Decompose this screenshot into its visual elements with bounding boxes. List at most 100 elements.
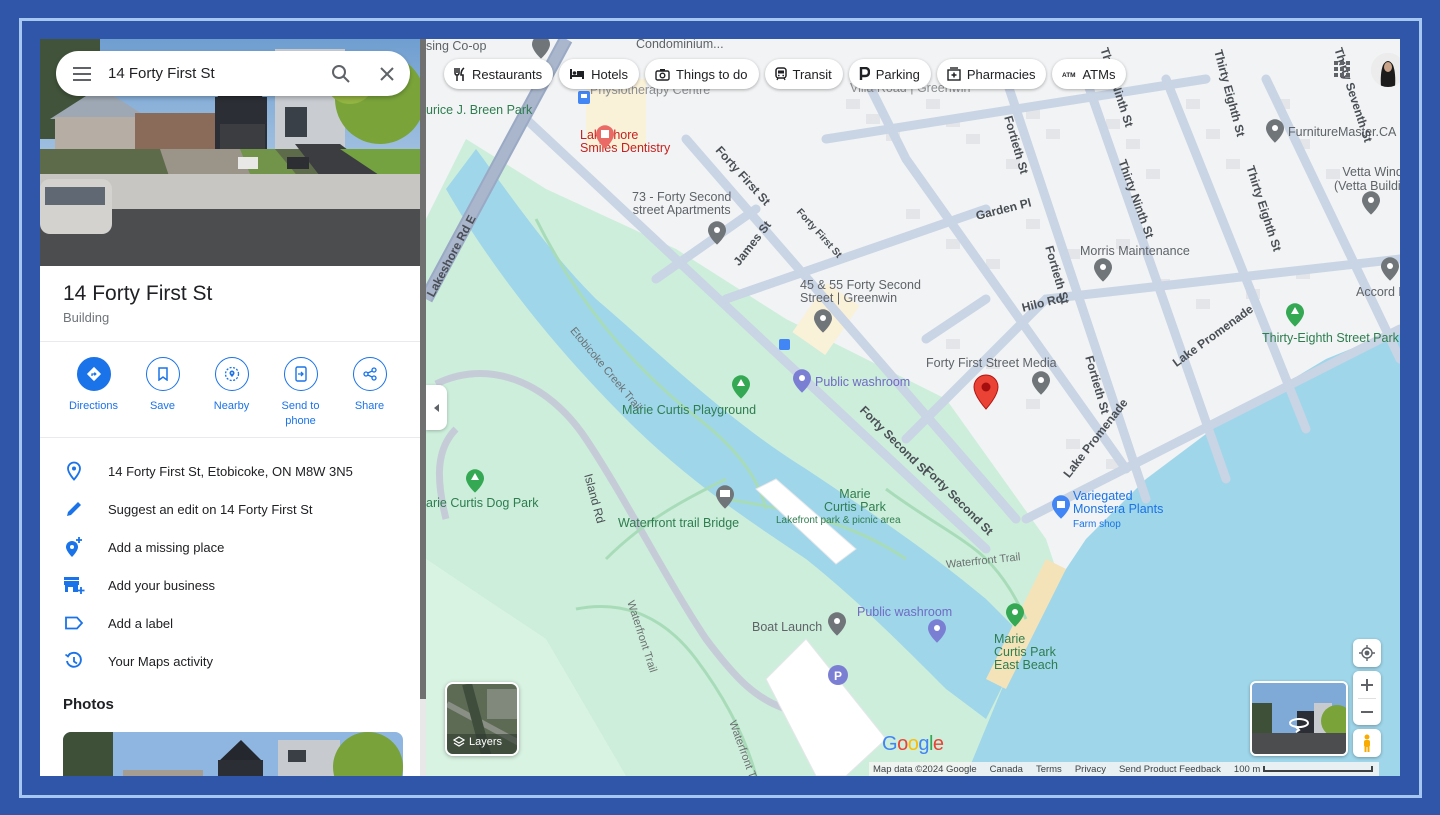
grey-poi-pin (1094, 258, 1112, 282)
search-icon (332, 64, 350, 83)
category-chips: Restaurants Hotels Things to do Transit … (444, 59, 1127, 89)
directions-icon (86, 366, 101, 382)
grey-poi-pin (828, 612, 846, 636)
svg-text:P: P (834, 669, 842, 683)
address-row[interactable]: 14 Forty First St, Etobicoke, ON M8W 3N5 (40, 452, 420, 490)
region-link[interactable]: Canada (990, 764, 1023, 775)
chip-label: Transit (792, 66, 832, 82)
layers-icon (453, 736, 465, 747)
place-category[interactable]: Building (63, 310, 212, 325)
share-label: Share (354, 400, 385, 412)
grey-poi-pin (1266, 119, 1284, 143)
nearby-label: Nearby (213, 400, 250, 412)
my-location-icon (1359, 645, 1375, 661)
camera-icon (655, 68, 670, 81)
green-park-pin (1286, 303, 1304, 327)
maps-activity-text: Your Maps activity (108, 653, 214, 669)
map-controls (1353, 639, 1381, 757)
place-hero-photo[interactable] (40, 39, 420, 266)
directions-label: Directions (69, 400, 118, 412)
divider (40, 437, 420, 438)
label-icon (65, 616, 84, 630)
place-info-list: 14 Forty First St, Etobicoke, ON M8W 3N5… (40, 452, 420, 680)
chip-pharmacies[interactable]: Pharmacies (936, 59, 1047, 89)
my-location-button[interactable] (1353, 639, 1381, 667)
add-place-icon (66, 537, 82, 557)
chip-label: Parking (875, 66, 920, 82)
maps-activity-row[interactable]: Your Maps activity (40, 642, 420, 680)
share-button[interactable]: Share (335, 357, 404, 429)
map-footer: Map data ©2024 Google Canada Terms Priva… (869, 762, 1380, 776)
save-label: Save (149, 400, 176, 412)
add-missing-place-text: Add a missing place (108, 539, 225, 555)
nearby-icon (224, 366, 239, 382)
google-apps-button[interactable] (1334, 61, 1350, 82)
chip-things-to-do[interactable]: Things to do (644, 59, 759, 89)
close-icon (380, 66, 394, 81)
action-buttons: Directions Save Nearby Send to phone Sha… (59, 357, 409, 429)
feedback-link[interactable]: Send Product Feedback (1119, 764, 1221, 775)
zoom-out-button[interactable] (1361, 699, 1373, 725)
grey-poi-pin (1032, 371, 1050, 395)
apps-grid-icon (1334, 61, 1350, 77)
nearby-button[interactable]: Nearby (197, 357, 266, 429)
green-park-pin (466, 469, 484, 493)
place-panel: 14 Forty First St Building Directions (40, 39, 420, 776)
location-pin-icon (67, 461, 81, 481)
add-business-text: Add your business (108, 577, 215, 593)
layers-button[interactable]: Layers (445, 682, 519, 756)
photo-thumbnail[interactable] (63, 732, 403, 776)
collapse-panel-button[interactable] (426, 385, 447, 430)
chip-atms[interactable]: ATM ATMs (1052, 59, 1127, 89)
chip-hotels[interactable]: Hotels (559, 59, 639, 89)
chip-restaurants[interactable]: Restaurants (444, 59, 554, 89)
save-button[interactable]: Save (128, 357, 197, 429)
search-input[interactable] (108, 65, 318, 82)
search-button[interactable] (318, 51, 364, 96)
add-label-row[interactable]: Add a label (40, 604, 420, 642)
grey-poi-pin (1362, 191, 1380, 215)
chip-label: ATMs (1082, 66, 1116, 82)
washroom-pin (793, 369, 811, 393)
chip-transit[interactable]: Transit (764, 59, 843, 89)
place-photo (63, 732, 403, 776)
privacy-link[interactable]: Privacy (1075, 764, 1106, 775)
terms-link[interactable]: Terms (1036, 764, 1062, 775)
logo-letter: e (932, 733, 944, 755)
map-data-attribution[interactable]: Map data ©2024 Google (873, 764, 977, 775)
grey-poi-pin (716, 485, 734, 509)
photos-heading: Photos (63, 696, 114, 713)
pegman-button[interactable] (1353, 729, 1381, 757)
zoom-in-button[interactable] (1361, 672, 1373, 698)
add-label-text: Add a label (108, 615, 174, 631)
google-logo: Google (882, 733, 944, 756)
directions-button[interactable]: Directions (59, 357, 128, 429)
add-business-row[interactable]: Add your business (40, 566, 420, 604)
chip-label: Restaurants (472, 66, 543, 82)
menu-button[interactable] (56, 51, 108, 96)
bus-stop-marker (578, 91, 590, 104)
add-missing-place-row[interactable]: Add a missing place (40, 528, 420, 566)
suggest-edit-text: Suggest an edit on 14 Forty First St (108, 501, 313, 517)
map-canvas[interactable]: sing Co-op Condominium... Physiotherapy … (426, 39, 1400, 776)
grey-poi-pin (708, 221, 726, 245)
logo-letter: o (897, 733, 908, 755)
street-view-preview[interactable] (1250, 681, 1348, 756)
chip-label: Pharmacies (966, 66, 1036, 82)
scale-bar[interactable]: 100 m (1233, 763, 1374, 775)
chip-parking[interactable]: Parking (848, 59, 931, 89)
pegman-icon (1364, 734, 1370, 752)
account-avatar[interactable] (1371, 53, 1400, 87)
train-icon (774, 67, 787, 81)
clear-search-button[interactable] (364, 51, 410, 96)
send-to-phone-label: Send to phone (281, 400, 320, 427)
send-to-phone-button[interactable]: Send to phone (266, 357, 335, 429)
send-to-phone-icon (294, 366, 307, 382)
suggest-edit-row[interactable]: Suggest an edit on 14 Forty First St (40, 490, 420, 528)
scale-label: 100 m (1233, 763, 1261, 775)
user-photo-icon (1371, 53, 1400, 87)
grey-poi-pin (1381, 257, 1399, 281)
add-business-icon (64, 577, 85, 594)
bed-icon (570, 69, 585, 79)
layers-label: Layers (469, 736, 503, 748)
